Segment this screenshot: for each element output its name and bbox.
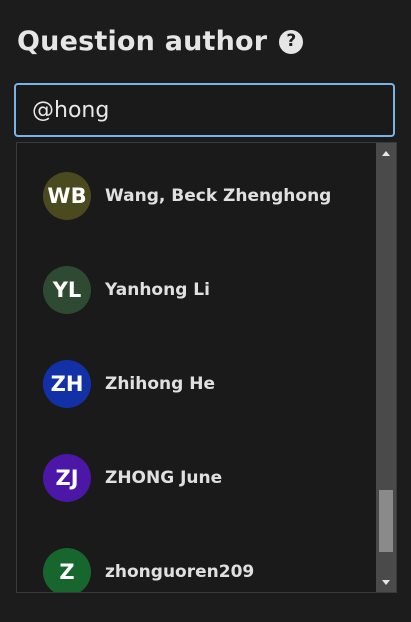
- suggestion-item[interactable]: Zzhonguoren209: [17, 525, 376, 592]
- field-header: Question author ?: [17, 26, 304, 57]
- dropdown-scrollbar[interactable]: [376, 143, 396, 592]
- scrollbar-thumb[interactable]: [379, 490, 393, 552]
- author-suggestions-dropdown: WB Wang, Beck Zhenghong YL Yanhong Li ZH Zhih…: [16, 142, 397, 593]
- suggestion-item[interactable]: YL Yanhong Li: [17, 243, 376, 337]
- scroll-down-arrow-icon[interactable]: [376, 572, 396, 592]
- suggestion-name: Yanhong Li: [105, 280, 210, 300]
- question-author-panel: Question author ? WB Wang, Beck Zhenghong…: [0, 0, 411, 622]
- suggestion-list: WB Wang, Beck Zhenghong YL Yanhong Li ZH Zhih…: [17, 143, 376, 592]
- avatar: Z: [43, 548, 91, 592]
- suggestion-name: Wang, Beck Zhenghong: [105, 186, 332, 206]
- avatar: ZH: [43, 360, 91, 408]
- author-search-box[interactable]: [14, 83, 395, 137]
- avatar: YL: [43, 266, 91, 314]
- suggestion-name: zhonguoren209: [105, 562, 255, 582]
- suggestion-name: ZHONG June: [105, 468, 223, 488]
- question-circle-icon[interactable]: ?: [279, 29, 304, 54]
- suggestion-name: Zhihong He: [105, 374, 215, 394]
- scroll-up-arrow-icon[interactable]: [376, 143, 396, 163]
- author-search-input[interactable]: [32, 97, 377, 123]
- avatar: WB: [43, 172, 91, 220]
- avatar: ZJ: [43, 454, 91, 502]
- field-title: Question author: [17, 26, 268, 57]
- suggestion-item[interactable]: ZH Zhihong He: [17, 337, 376, 431]
- suggestion-item[interactable]: WB Wang, Beck Zhenghong: [17, 149, 376, 243]
- suggestion-item[interactable]: ZJ ZHONG June: [17, 431, 376, 525]
